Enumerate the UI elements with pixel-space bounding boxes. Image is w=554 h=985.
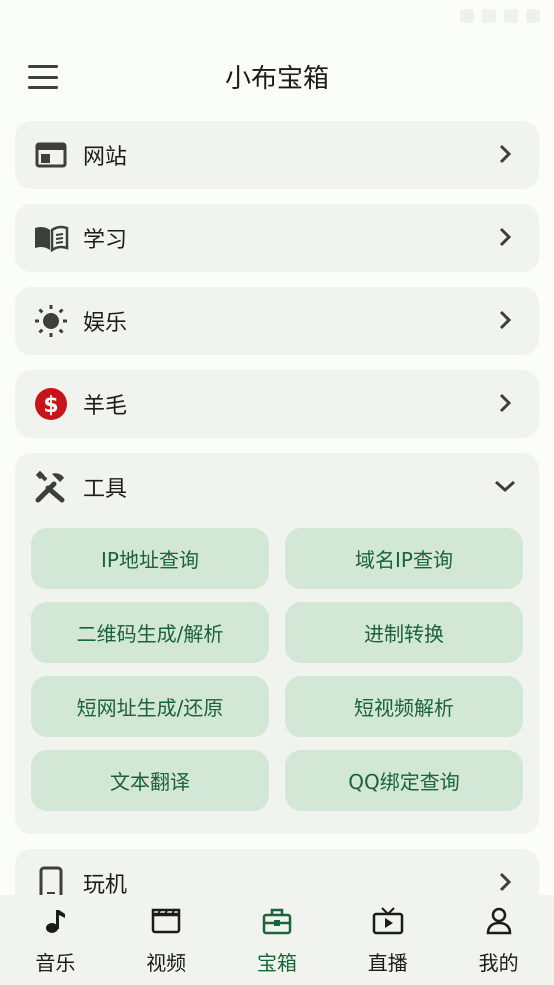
category-label: 网站: [83, 144, 128, 170]
wifi-icon: [482, 9, 496, 23]
category-label: 工具: [83, 476, 128, 502]
category-list: 网站 学习 娱乐 $ 羊毛 工具 IP地址查询 域名IP查询 二维码生成/解析 …: [15, 121, 539, 932]
tools-icon: [33, 469, 69, 505]
nav-label: 视频: [146, 951, 187, 975]
status-icons: [460, 9, 540, 23]
nav-item-video[interactable]: 视频: [111, 895, 222, 985]
book-icon: [33, 220, 69, 256]
tool-button-qq-bind-lookup[interactable]: QQ绑定查询: [285, 750, 523, 811]
nav-label: 直播: [367, 951, 408, 975]
category-label: 玩机: [83, 872, 128, 898]
category-row-entertainment[interactable]: 娱乐: [15, 287, 539, 354]
chevron-down-icon: [493, 474, 517, 498]
nav-item-music[interactable]: 音乐: [0, 895, 111, 985]
category-card-tools: 工具 IP地址查询 域名IP查询 二维码生成/解析 进制转换 短网址生成/还原 …: [15, 453, 539, 833]
tool-button-text-translate[interactable]: 文本翻译: [31, 750, 269, 811]
tool-button-short-url[interactable]: 短网址生成/还原: [31, 676, 269, 737]
chevron-right-icon: [493, 870, 517, 894]
tool-button-qrcode[interactable]: 二维码生成/解析: [31, 602, 269, 663]
chevron-right-icon: [493, 391, 517, 415]
clapperboard-icon: [150, 905, 182, 937]
category-row-freebies[interactable]: $ 羊毛: [15, 370, 539, 437]
nav-label: 我的: [478, 951, 519, 975]
music-note-icon: [39, 905, 71, 937]
chevron-right-icon: [493, 308, 517, 332]
sun-icon: [33, 303, 69, 339]
web-window-icon: [33, 137, 69, 173]
page-title: 小布宝箱: [224, 64, 329, 94]
signal-icon: [504, 9, 518, 23]
category-label: 学习: [83, 227, 128, 253]
category-label: 娱乐: [83, 310, 128, 336]
nav-label: 音乐: [35, 951, 76, 975]
bottom-navigation: 音乐 视频 宝箱 直播 我的: [0, 895, 554, 985]
chevron-right-icon: [493, 225, 517, 249]
person-icon: [483, 905, 515, 937]
dollar-coin-icon: $: [33, 386, 69, 422]
tool-button-base-conversion[interactable]: 进制转换: [285, 602, 523, 663]
category-card-study: 学习: [15, 204, 539, 271]
svg-text:$: $: [43, 393, 58, 418]
toolbox-icon: [261, 905, 293, 937]
nav-item-toolbox[interactable]: 宝箱: [222, 895, 333, 985]
tools-grid: IP地址查询 域名IP查询 二维码生成/解析 进制转换 短网址生成/还原 短视频…: [15, 520, 539, 833]
category-row-website[interactable]: 网站: [15, 121, 539, 188]
tv-icon: [372, 905, 404, 937]
battery-icon: [526, 9, 540, 23]
nav-label: 宝箱: [256, 951, 297, 975]
tool-button-short-video-parse[interactable]: 短视频解析: [285, 676, 523, 737]
category-row-tools[interactable]: 工具: [15, 453, 539, 520]
category-row-study[interactable]: 学习: [15, 204, 539, 271]
category-card-freebies: $ 羊毛: [15, 370, 539, 437]
status-time: 1:48: [14, 7, 48, 25]
notification-icon: [460, 9, 474, 23]
nav-item-profile[interactable]: 我的: [443, 895, 554, 985]
category-card-website: 网站: [15, 121, 539, 188]
app-bar: 小布宝箱: [0, 40, 554, 112]
tool-button-domain-ip-lookup[interactable]: 域名IP查询: [285, 528, 523, 589]
chevron-right-icon: [493, 142, 517, 166]
nav-item-live[interactable]: 直播: [332, 895, 443, 985]
tool-button-ip-lookup[interactable]: IP地址查询: [31, 528, 269, 589]
category-label: 羊毛: [83, 393, 128, 419]
category-card-entertainment: 娱乐: [15, 287, 539, 354]
status-bar: 1:48: [0, 0, 554, 36]
